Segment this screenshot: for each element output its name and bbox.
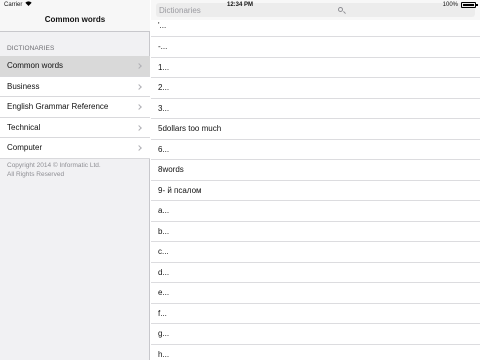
- word-text: 5dollars too much: [158, 124, 222, 133]
- word-list-item[interactable]: 1...: [151, 58, 480, 78]
- rights-line: All Rights Reserved: [7, 170, 65, 178]
- dictionary-item-english-grammar-reference[interactable]: English Grammar Reference: [0, 97, 150, 118]
- row-divider: [151, 36, 480, 37]
- dictionary-item-technical[interactable]: Technical: [0, 117, 150, 138]
- word-list-item[interactable]: 3...: [151, 99, 480, 119]
- word-text: 2...: [158, 83, 170, 92]
- dictionary-item-label: Common words: [7, 61, 64, 70]
- master-title: Common words: [44, 15, 106, 24]
- status-bar: Carrier 12:34 PM 100%: [0, 0, 480, 10]
- copyright-line: Copyright 2014 © Informatic Ltd.: [7, 162, 101, 169]
- word-list-item[interactable]: d...: [151, 263, 480, 283]
- word-text: g...: [158, 329, 170, 338]
- word-list-item[interactable]: 5dollars too much: [151, 119, 480, 140]
- master-pane: Common words DICTIONARIES Common words B…: [0, 0, 150, 360]
- word-list-item[interactable]: -...: [151, 37, 480, 58]
- word-text: 9- й псалом: [158, 185, 202, 195]
- word-text: d...: [158, 267, 170, 277]
- app-screen: Common words DICTIONARIES Common words B…: [0, 0, 480, 360]
- word-list-item[interactable]: 9- й псалом: [151, 181, 480, 201]
- dictionary-item-label: English Grammar Reference: [7, 102, 109, 111]
- word-text: a...: [158, 206, 170, 215]
- word-list-item[interactable]: h...: [151, 345, 480, 360]
- word-text: c...: [158, 247, 169, 256]
- detail-pane: -... 1... 2... 3... 5dollars too much 6.…: [151, 0, 480, 360]
- chevron-right-icon: [136, 83, 142, 90]
- dictionary-item-label: Computer: [7, 143, 43, 152]
- word-list-item[interactable]: g...: [151, 324, 480, 345]
- word-text: 3...: [158, 103, 170, 113]
- word-text: 8words: [158, 165, 184, 174]
- word-list-item[interactable]: 6...: [151, 140, 480, 160]
- chevron-right-icon: [136, 124, 142, 131]
- word-list-item[interactable]: e...: [151, 283, 480, 304]
- word-list-item-partial[interactable]: '...: [158, 20, 166, 32]
- battery-icon: [461, 2, 478, 8]
- word-list-item[interactable]: b...: [151, 222, 480, 242]
- battery-percentage: 100%: [442, 2, 458, 8]
- word-list-item[interactable]: c...: [151, 242, 480, 263]
- word-text: b...: [158, 226, 170, 236]
- word-text: 6...: [158, 144, 170, 154]
- dictionary-item-computer[interactable]: Computer: [0, 138, 150, 159]
- copyright-text: Copyright 2014 © Informatic Ltd. All Rig…: [7, 162, 101, 179]
- word-text: e...: [158, 288, 170, 297]
- word-text: h...: [158, 349, 170, 359]
- word-text: 1...: [158, 62, 170, 72]
- dictionary-item-common-words[interactable]: Common words: [0, 56, 150, 77]
- word-list-item[interactable]: 8words: [151, 160, 480, 181]
- dictionary-item-label: Business: [7, 81, 40, 91]
- word-list-item[interactable]: f...: [151, 304, 480, 324]
- status-time: 12:34 PM: [226, 2, 253, 8]
- word-text: -...: [158, 42, 168, 51]
- word-list-item[interactable]: a...: [151, 201, 480, 222]
- chevron-right-icon: [136, 63, 142, 69]
- dictionary-list: Common words Business English Grammar Re…: [0, 56, 150, 159]
- dictionary-item-label: Technical: [7, 122, 41, 132]
- dictionary-item-business[interactable]: Business: [0, 76, 150, 97]
- word-list-item[interactable]: 2...: [151, 78, 480, 99]
- chevron-right-icon: [136, 104, 142, 110]
- word-list: -... 1... 2... 3... 5dollars too much 6.…: [151, 37, 480, 360]
- word-text: f...: [158, 308, 167, 318]
- chevron-right-icon: [136, 145, 142, 151]
- dictionaries-section-header: DICTIONARIES: [7, 45, 55, 52]
